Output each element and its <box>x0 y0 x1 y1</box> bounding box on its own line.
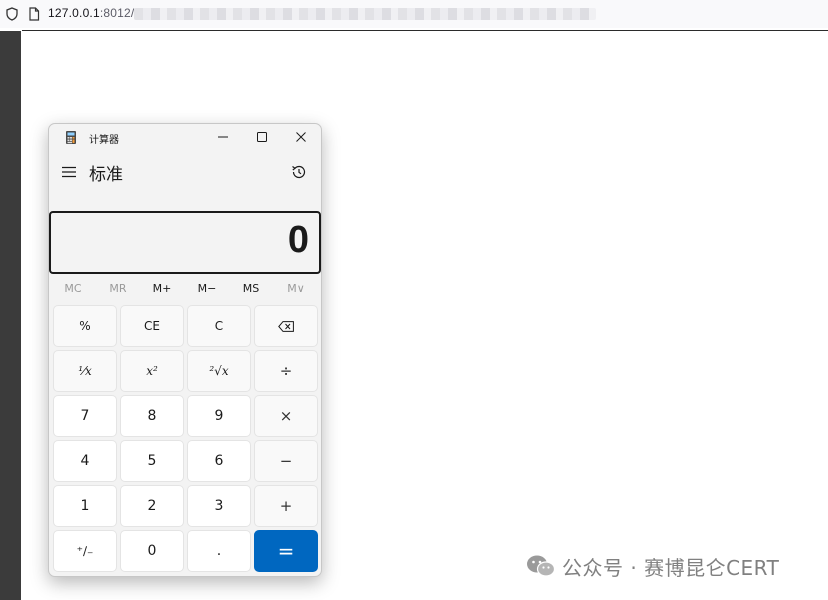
digit-6-button[interactable]: 6 <box>187 440 251 482</box>
maximize-icon <box>257 132 267 142</box>
plus-button[interactable]: + <box>254 485 318 527</box>
calculator-header: 标准 <box>49 154 321 188</box>
watermark: 公众号 · 赛博昆仑CERT <box>526 553 780 580</box>
close-button[interactable] <box>281 124 321 150</box>
reciprocal-label: ⅟x <box>78 364 92 378</box>
shield-icon[interactable] <box>4 6 20 22</box>
square-button[interactable]: x² <box>120 350 184 392</box>
square-root-button[interactable]: ²√x <box>187 350 251 392</box>
digit-2-button[interactable]: 2 <box>120 485 184 527</box>
clear-entry-button[interactable]: CE <box>120 305 184 347</box>
digit-5-button[interactable]: 5 <box>120 440 184 482</box>
square-label: x² <box>146 364 158 378</box>
digit-3-button[interactable]: 3 <box>187 485 251 527</box>
history-icon[interactable] <box>290 163 308 181</box>
maximize-button[interactable] <box>242 124 282 150</box>
title-bar[interactable]: 计算器 <box>49 124 321 150</box>
memory-list-button[interactable]: M∨ <box>274 282 318 295</box>
address-bar[interactable]: 127.0.0.1:8012/ <box>0 0 828 28</box>
memory-recall-button[interactable]: MR <box>96 282 140 295</box>
digit-0-button[interactable]: 0 <box>120 530 184 572</box>
square-root-label: ²√x <box>209 364 229 378</box>
memory-clear-button[interactable]: MC <box>51 282 95 295</box>
url-path: :8012/ <box>99 6 135 20</box>
digit-4-button[interactable]: 4 <box>53 440 117 482</box>
clear-button[interactable]: C <box>187 305 251 347</box>
minimize-button[interactable] <box>203 124 243 150</box>
digit-7-button[interactable]: 7 <box>53 395 117 437</box>
digit-8-button[interactable]: 8 <box>120 395 184 437</box>
memory-store-button[interactable]: MS <box>229 282 273 295</box>
memory-row: MC MR M+ M− MS M∨ <box>51 278 321 300</box>
backspace-button[interactable] <box>254 305 318 347</box>
backspace-icon <box>278 320 294 332</box>
mode-title: 标准 <box>89 165 123 185</box>
equals-button[interactable]: = <box>254 530 318 572</box>
memory-subtract-button[interactable]: M− <box>185 282 229 295</box>
redacted-url-area <box>134 8 596 20</box>
close-icon <box>296 132 306 142</box>
calculator-app-icon <box>66 131 76 144</box>
keypad: % CE C ⅟x x² ²√x ÷ 7 8 9 × 4 5 6 − 1 2 3… <box>53 305 319 574</box>
memory-add-button[interactable]: M+ <box>140 282 184 295</box>
hamburger-menu-icon[interactable] <box>62 166 76 178</box>
percent-button[interactable]: % <box>53 305 117 347</box>
watermark-text: 公众号 · 赛博昆仑CERT <box>562 555 780 580</box>
display-value: 0 <box>287 219 309 261</box>
page-border <box>22 30 828 31</box>
calculator-window: 计算器 标准 0 MC MR M+ M− MS M∨ % CE C ⅟x x² … <box>48 123 322 577</box>
decimal-button[interactable]: . <box>187 530 251 572</box>
divide-button[interactable]: ÷ <box>254 350 318 392</box>
minimize-icon <box>218 136 228 138</box>
minus-button[interactable]: − <box>254 440 318 482</box>
reciprocal-button[interactable]: ⅟x <box>53 350 117 392</box>
negate-button[interactable]: ⁺∕₋ <box>53 530 117 572</box>
digit-1-button[interactable]: 1 <box>53 485 117 527</box>
result-display: 0 <box>49 211 321 274</box>
digit-9-button[interactable]: 9 <box>187 395 251 437</box>
left-sidebar-strip <box>0 31 21 600</box>
wechat-logo-icon <box>527 555 556 577</box>
window-title: 计算器 <box>89 135 119 146</box>
url-host: 127.0.0.1 <box>48 6 100 20</box>
multiply-button[interactable]: × <box>254 395 318 437</box>
page-icon[interactable] <box>26 6 42 22</box>
url-text[interactable]: 127.0.0.1:8012/ <box>48 6 134 20</box>
